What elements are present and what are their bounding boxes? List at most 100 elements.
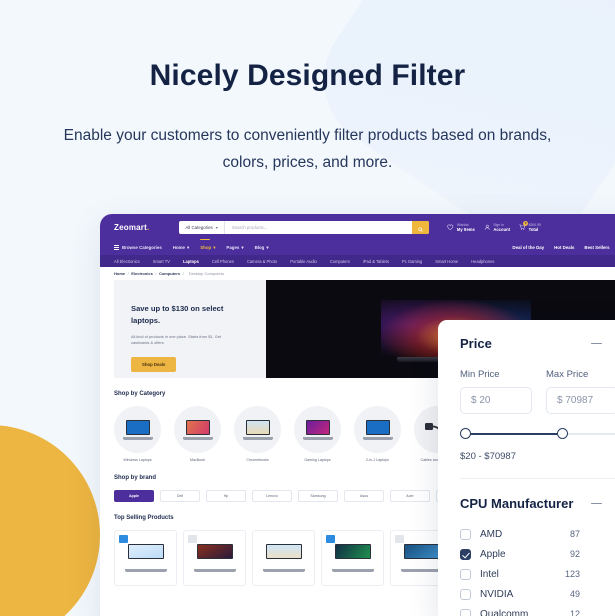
nav-deal-of-the-day[interactable]: Deal of the Day [512,245,544,250]
cpu-option-intel[interactable]: Intel 123 [460,564,615,584]
laptop-icon [124,544,167,572]
category-item-2in1-laptops[interactable]: 2-in-1 Laptops [354,406,401,462]
cpu-option-count: 87 [569,529,580,539]
account-action[interactable]: Sign In Account [484,223,510,233]
breadcrumb: Home / Electronics / Computers / Desktop… [100,267,615,280]
cpu-option-list: AMD 87 Apple 92 Intel 123 NVIDIA 49 Qual… [460,524,615,616]
max-price-input[interactable]: $ 70987 [546,387,615,414]
product-badge-icon [119,535,128,543]
nav-item-blog[interactable]: Blog ▾ [255,245,269,251]
cpu-option-nvidia[interactable]: NVIDIA 49 [460,584,615,604]
brand-chip-apple[interactable]: Apple [114,490,154,502]
chevron-down-icon: ▾ [213,244,216,250]
price-range-slider[interactable] [460,428,615,440]
minus-icon[interactable] [591,502,602,505]
filter-panel: Price Min Price $ 20 Max Price $ 70987 $… [438,320,615,616]
category-thumb [354,406,401,453]
subcat-pc-gaming[interactable]: Pc Gaming [402,259,422,264]
brand-chip-dell[interactable]: Dell [160,490,200,502]
shop-logo[interactable]: Zeomart. [114,223,149,232]
promo-banner-title: Save up to $130 on select laptops. [131,304,224,325]
subcat-smart-home[interactable]: Smart Home [435,259,458,264]
subcat-cell-phones[interactable]: Cell Phones [212,259,234,264]
nav-hot-deals[interactable]: Hot Deals [554,245,574,250]
slider-fill [463,433,563,435]
product-card[interactable] [183,530,246,586]
search-button[interactable] [412,221,430,234]
category-thumb [114,406,161,453]
subcat-portable-audio[interactable]: Portable Audio [290,259,317,264]
nav-item-home-label: Home [172,245,185,250]
laptop-icon [262,544,305,572]
laptop-icon [242,419,273,440]
cpu-option-label: Intel [480,568,499,580]
cpu-option-amd[interactable]: AMD 87 [460,524,615,544]
subcat-camera-photo[interactable]: Camera & Photo [247,259,277,264]
browse-categories-button[interactable]: Browse Categories [114,245,162,250]
product-card[interactable] [321,530,384,586]
shop-deals-button[interactable]: Shop Deals [131,357,177,373]
shop-logo-text: Zeomart [114,223,147,232]
subcat-smart-tv[interactable]: Smart TV [153,259,170,264]
category-item-macbook[interactable]: MacBook [174,406,221,462]
cpu-option-label: NVIDIA [480,588,514,600]
cart-text: $300.99 Total [529,223,541,233]
chevron-down-icon: ▾ [186,244,190,250]
checkbox-intel[interactable] [460,568,471,580]
laptop-icon [400,544,443,572]
browse-categories-label: Browse Categories [122,245,162,250]
brand-chip-lenovo[interactable]: Lenovo [252,490,292,502]
nav-item-pages[interactable]: Pages ▾ [226,245,243,251]
laptop-icon [182,419,213,440]
cart-action[interactable]: 0 $300.99 Total [519,220,541,233]
subcat-ipad-tablets[interactable]: iPad & Tablets [363,259,389,264]
cpu-filter-title: CPU Manufacturer [460,496,574,511]
brand-chip-acer[interactable]: Acer [390,490,430,502]
cpu-option-qualcomm[interactable]: Qualcomm 12 [460,604,615,616]
min-price-input[interactable]: $ 20 [460,387,532,414]
category-label: Gaming Laptops [304,458,331,462]
brand-chip-hp[interactable]: Hp [206,490,246,502]
wishlist-action[interactable]: Wishlist My Items [447,223,475,233]
search-bar[interactable]: All Categories ▾ Search products... [179,221,430,234]
subcat-headphones[interactable]: Headphones [471,259,494,264]
nav-item-home[interactable]: Home ▾ [173,245,189,251]
category-thumb [174,406,221,453]
slider-handle-max[interactable] [557,428,568,439]
account-text: Sign In Account [493,223,510,233]
category-item-chromebooks[interactable]: Chromebooks [234,406,281,462]
cpu-option-count: 123 [564,569,580,579]
subcat-laptops[interactable]: Laptops [183,259,199,264]
nav-item-shop[interactable]: Shop ▾ [200,245,215,251]
search-category-select[interactable]: All Categories ▾ [179,221,225,234]
category-item-windows-laptops[interactable]: Windows Laptops [114,406,161,462]
checkbox-nvidia[interactable] [460,588,471,600]
slider-handle-min[interactable] [460,428,471,439]
breadcrumb-item-home[interactable]: Home [114,271,125,276]
category-thumb [294,406,341,453]
search-icon [418,221,424,234]
breadcrumb-item-desktop-computers: Desktop Computers [188,271,225,276]
nav-best-sellers[interactable]: Best Sellers [584,245,609,250]
checkbox-qualcomm[interactable] [460,608,471,616]
brand-chip-asus[interactable]: Asus [344,490,384,502]
breadcrumb-item-electronics[interactable]: Electronics [131,271,153,276]
subcat-computers[interactable]: Computers [330,259,350,264]
chevron-down-icon: ▾ [215,225,218,230]
category-label: Windows Laptops [123,458,152,462]
promo-banner-content: Save up to $130 on select laptops. All k… [114,280,266,378]
category-item-gaming-laptops[interactable]: Gaming Laptops [294,406,341,462]
min-price-label: Min Price [460,369,500,380]
laptop-icon [193,544,236,572]
cpu-option-apple[interactable]: Apple 92 [460,544,615,564]
subcat-all-electronics[interactable]: All Electronics [114,259,140,264]
breadcrumb-item-computers[interactable]: Computers [159,271,180,276]
brand-chip-samsung[interactable]: Samsung [298,490,338,502]
product-card[interactable] [252,530,315,586]
product-card[interactable] [114,530,177,586]
search-input[interactable]: Search products... [225,225,413,230]
minus-icon[interactable] [591,342,602,345]
price-filter-title: Price [460,336,492,351]
checkbox-apple[interactable] [460,548,471,560]
checkbox-amd[interactable] [460,528,471,540]
